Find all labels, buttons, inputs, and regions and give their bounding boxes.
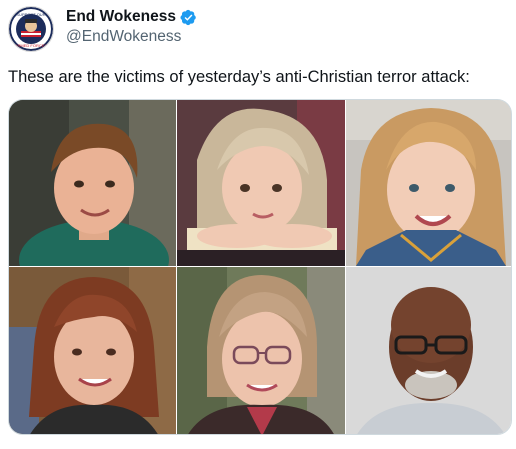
media-grid[interactable] [8,99,512,435]
author-name-row: End Wokeness [66,7,197,27]
verified-badge-icon[interactable] [180,9,197,26]
post-text: These are the victims of yesterday’s ant… [8,68,470,86]
patriot-badge-icon: SUPPORT OUR ARMED FORCES [9,7,53,51]
avatar-text-bottom: ARMED FORCES [15,43,48,48]
avatar-text-top: SUPPORT OUR [16,12,45,17]
author-avatar[interactable]: SUPPORT OUR ARMED FORCES [8,6,54,52]
photo-girl-resting-chin[interactable] [177,100,345,266]
photo-girl-smiling[interactable] [346,100,511,266]
photo-man-glasses[interactable] [346,267,511,434]
author-handle[interactable]: @EndWokeness [66,28,181,46]
photo-woman-glasses[interactable] [177,267,345,434]
photo-boy[interactable] [9,100,176,266]
author-display-name[interactable]: End Wokeness [66,8,176,26]
photo-woman-red-hair[interactable] [9,267,176,434]
